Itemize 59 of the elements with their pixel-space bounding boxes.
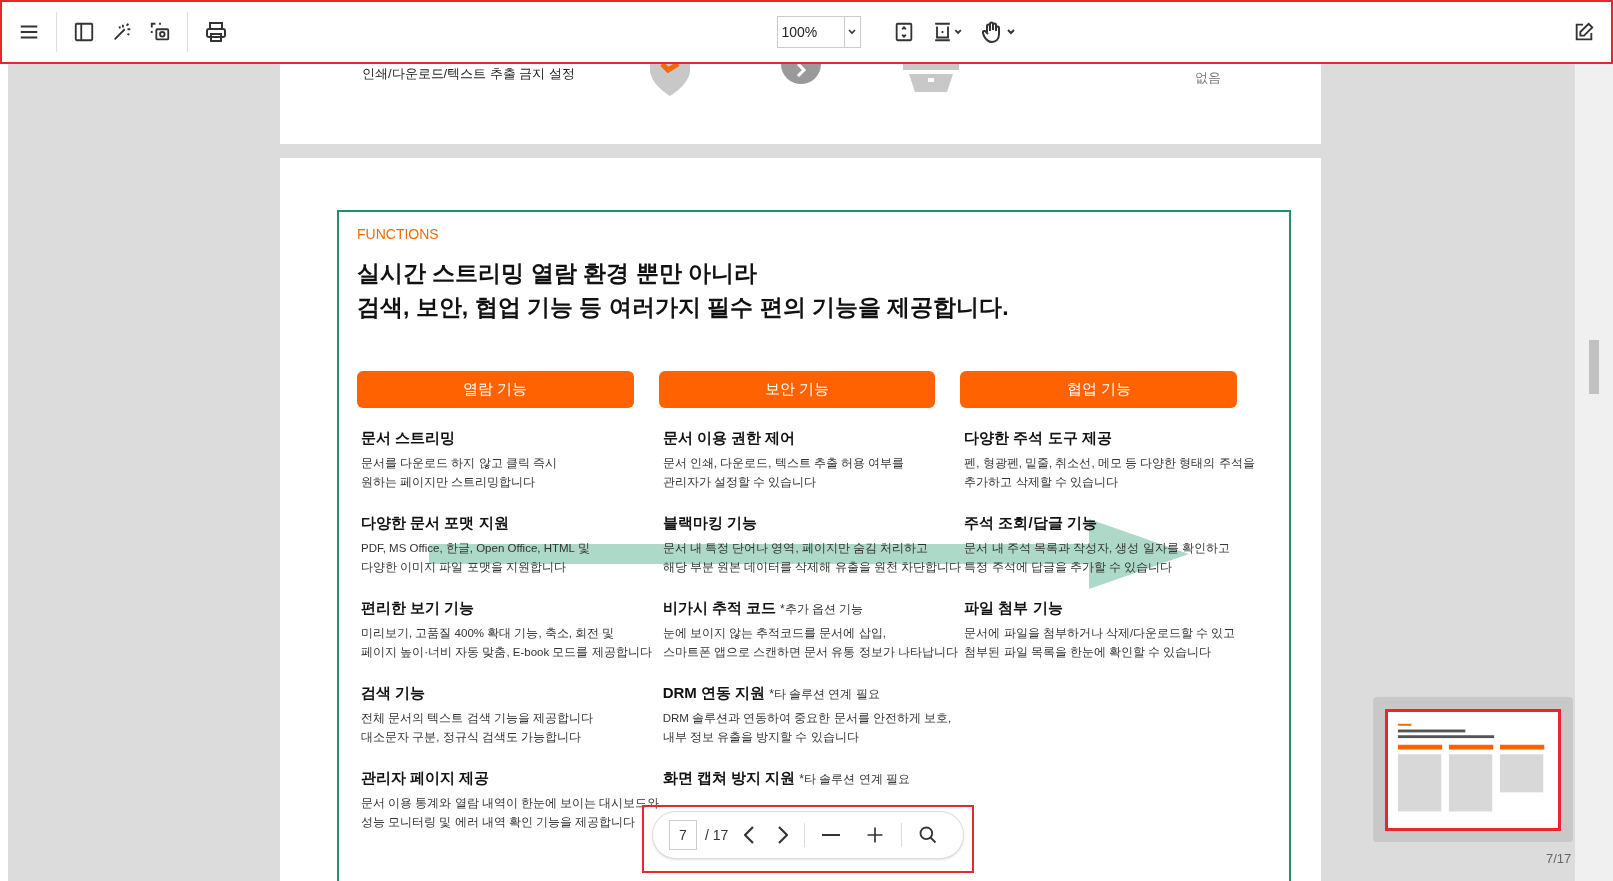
feature-title: 블랙마킹 기능 bbox=[662, 513, 757, 533]
page-indicator: 7/17 bbox=[1546, 850, 1572, 868]
feature-description: 추가하고 삭제할 수 있습니다 bbox=[964, 475, 1118, 490]
page-thumbnail[interactable] bbox=[1385, 708, 1561, 831]
feature-description: 성능 모니터링 및 에러 내역 확인 기능을 제공합니다 bbox=[361, 815, 636, 830]
feature-description: 관리자가 설정할 수 있습니다 bbox=[662, 475, 817, 490]
feature-title: 문서 스트리밍 bbox=[361, 428, 456, 448]
feature-note: *타 솔루션 연계 필요 bbox=[769, 686, 880, 703]
feature-note: *타 솔루션 연계 필요 bbox=[799, 771, 910, 788]
feature-description: 대소문자 구분, 정규식 검색도 가능합니다 bbox=[361, 730, 581, 745]
feature-description: 첨부된 파일 목록을 한눈에 확인할 수 있습니다 bbox=[964, 645, 1212, 660]
feature-description: 문서를 다운로드 하지 않고 클릭 즉시 bbox=[361, 456, 557, 471]
setting-text: 인쇄/다운로드/텍스트 추출 금지 설정 bbox=[362, 66, 576, 82]
page-title: 검색, 보안, 협업 기능 등 여러가지 필수 편의 기능을 제공합니다. bbox=[357, 293, 1010, 321]
feature-description: 미리보기, 고품질 400% 확대 기능, 축소, 회전 및 bbox=[361, 626, 615, 641]
feature-title: 문서 이용 권한 제어 bbox=[662, 428, 796, 448]
feature-description: DRM 솔루션과 연동하여 중요한 문서를 안전하게 보호, bbox=[662, 711, 952, 726]
feature-title: 주석 조회/답글 기능 bbox=[964, 513, 1097, 533]
caret-icon bbox=[847, 27, 857, 37]
feature-title: 편리한 보기 기능 bbox=[361, 598, 475, 618]
minus-icon bbox=[821, 834, 842, 836]
scrollbar-thumb[interactable] bbox=[1589, 340, 1599, 394]
feature-title: 파일 첨부 기능 bbox=[964, 598, 1063, 618]
chevron-left-icon bbox=[744, 826, 755, 844]
feature-description: 문서 내 주석 목록과 작성자, 생성 일자를 확인하고 bbox=[964, 541, 1230, 556]
feature-description: 다양한 이미지 파일 포맷을 지원합니다 bbox=[361, 560, 566, 575]
page-number-field[interactable]: 7 bbox=[669, 820, 697, 850]
feature-description: 전체 문서의 텍스트 검색 기능을 제공합니다 bbox=[361, 711, 593, 726]
feature-note: *추가 옵션 기능 bbox=[780, 601, 864, 618]
zoom-select[interactable]: 100% bbox=[776, 16, 861, 48]
feature-description: 특정 주석에 답글을 추가할 수 있습니다 bbox=[964, 560, 1173, 575]
category-header: 협업 기능 bbox=[960, 371, 1237, 408]
feature-description: PDF, MS Office, 한글, Open Office, HTML 및 bbox=[361, 541, 590, 556]
page-total: / 17 bbox=[705, 825, 729, 845]
feature-description: 내부 정보 유출을 방지할 수 있습니다 bbox=[662, 730, 859, 745]
feature-title: 화면 캡쳐 방지 지원 bbox=[662, 768, 796, 788]
feature-description: 눈에 보이지 않는 추적코드를 문서에 삽입, bbox=[662, 626, 886, 641]
feature-description: 페이지 높이·너비 자동 맞춤, E-book 모드를 제공합니다 bbox=[361, 645, 652, 660]
search-icon bbox=[918, 825, 939, 845]
feature-description: 펜, 형광펜, 밑줄, 취소선, 메모 등 다양한 형태의 주석을 bbox=[964, 456, 1255, 471]
feature-title: DRM 연동 지원 bbox=[662, 683, 766, 703]
page-title: 실시간 스트리밍 열람 환경 뿐만 아니라 bbox=[357, 259, 758, 287]
plus-icon bbox=[865, 825, 886, 845]
feature-description: 해당 부분 원본 데이터를 삭제해 유출을 원천 차단합니다 bbox=[662, 560, 962, 575]
category-header: 열람 기능 bbox=[357, 371, 634, 408]
feature-description: 문서에 파일을 첨부하거나 삭제/다운로드할 수 있고 bbox=[964, 626, 1236, 641]
eyebrow-label: FUNCTIONS bbox=[357, 225, 440, 244]
chevron-right-icon bbox=[778, 826, 789, 844]
feature-title: 다양한 문서 포맷 지원 bbox=[361, 513, 509, 533]
feature-description: 문서 인쇄, 다운로드, 텍스트 추출 허용 여부를 bbox=[662, 456, 905, 471]
category-header: 보안 기능 bbox=[658, 371, 936, 408]
feature-title: 검색 기능 bbox=[361, 683, 426, 703]
feature-title: 비가시 추적 코드 bbox=[662, 598, 776, 618]
feature-title: 다양한 주석 도구 제공 bbox=[964, 428, 1112, 448]
feature-description: 원하는 페이지만 스트리밍합니다 bbox=[361, 475, 536, 490]
value-text: 없음 bbox=[1195, 70, 1222, 86]
feature-description: 문서 내 특정 단어나 영역, 페이지만 숨김 처리하고 bbox=[662, 541, 929, 556]
feature-title: 관리자 페이지 제공 bbox=[361, 768, 490, 788]
feature-description: 스마트폰 앱으로 스캔하면 문서 유통 정보가 나타납니다 bbox=[662, 645, 958, 660]
